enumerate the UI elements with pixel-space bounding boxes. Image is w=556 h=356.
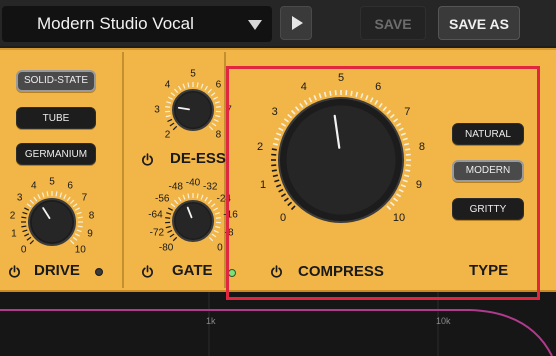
analyzer-label-1k: 1k [206, 316, 216, 326]
compress-scale-label: 5 [337, 72, 345, 84]
analyzer-label-10k: 10k [436, 316, 451, 326]
deess-label: DE-ESS [170, 150, 226, 167]
compress-scale-label: 1 [259, 179, 267, 192]
type-natural-button[interactable]: NATURAL [452, 123, 524, 145]
gate-led [228, 269, 236, 277]
compress-scale-label: 7 [404, 105, 411, 118]
compress-label: COMPRESS [298, 263, 384, 280]
compress-scale-label: 3 [271, 105, 278, 118]
compress-scale-label: 9 [415, 179, 423, 192]
compress-scale-label: 6 [375, 80, 382, 93]
compress-scale-label: 4 [300, 80, 307, 93]
drive-led [95, 268, 103, 276]
deess-power-icon[interactable] [141, 153, 154, 166]
spectrum-analyzer [0, 292, 556, 356]
compress-scale-label: 10 [392, 211, 406, 224]
compress-power-icon[interactable] [270, 265, 283, 278]
gate-label: GATE [172, 262, 213, 279]
type-modern-button[interactable]: MODERN [452, 160, 524, 182]
compress-scale-label: 8 [418, 141, 426, 154]
type-label: TYPE [469, 262, 509, 279]
gate-power-icon[interactable] [141, 265, 154, 278]
compress-scale-label: 2 [256, 141, 264, 154]
type-gritty-button[interactable]: GRITTY [452, 198, 524, 220]
drive-power-icon[interactable] [8, 265, 21, 278]
compress-scale-label: 0 [279, 211, 287, 224]
drive-label: DRIVE [34, 262, 80, 279]
